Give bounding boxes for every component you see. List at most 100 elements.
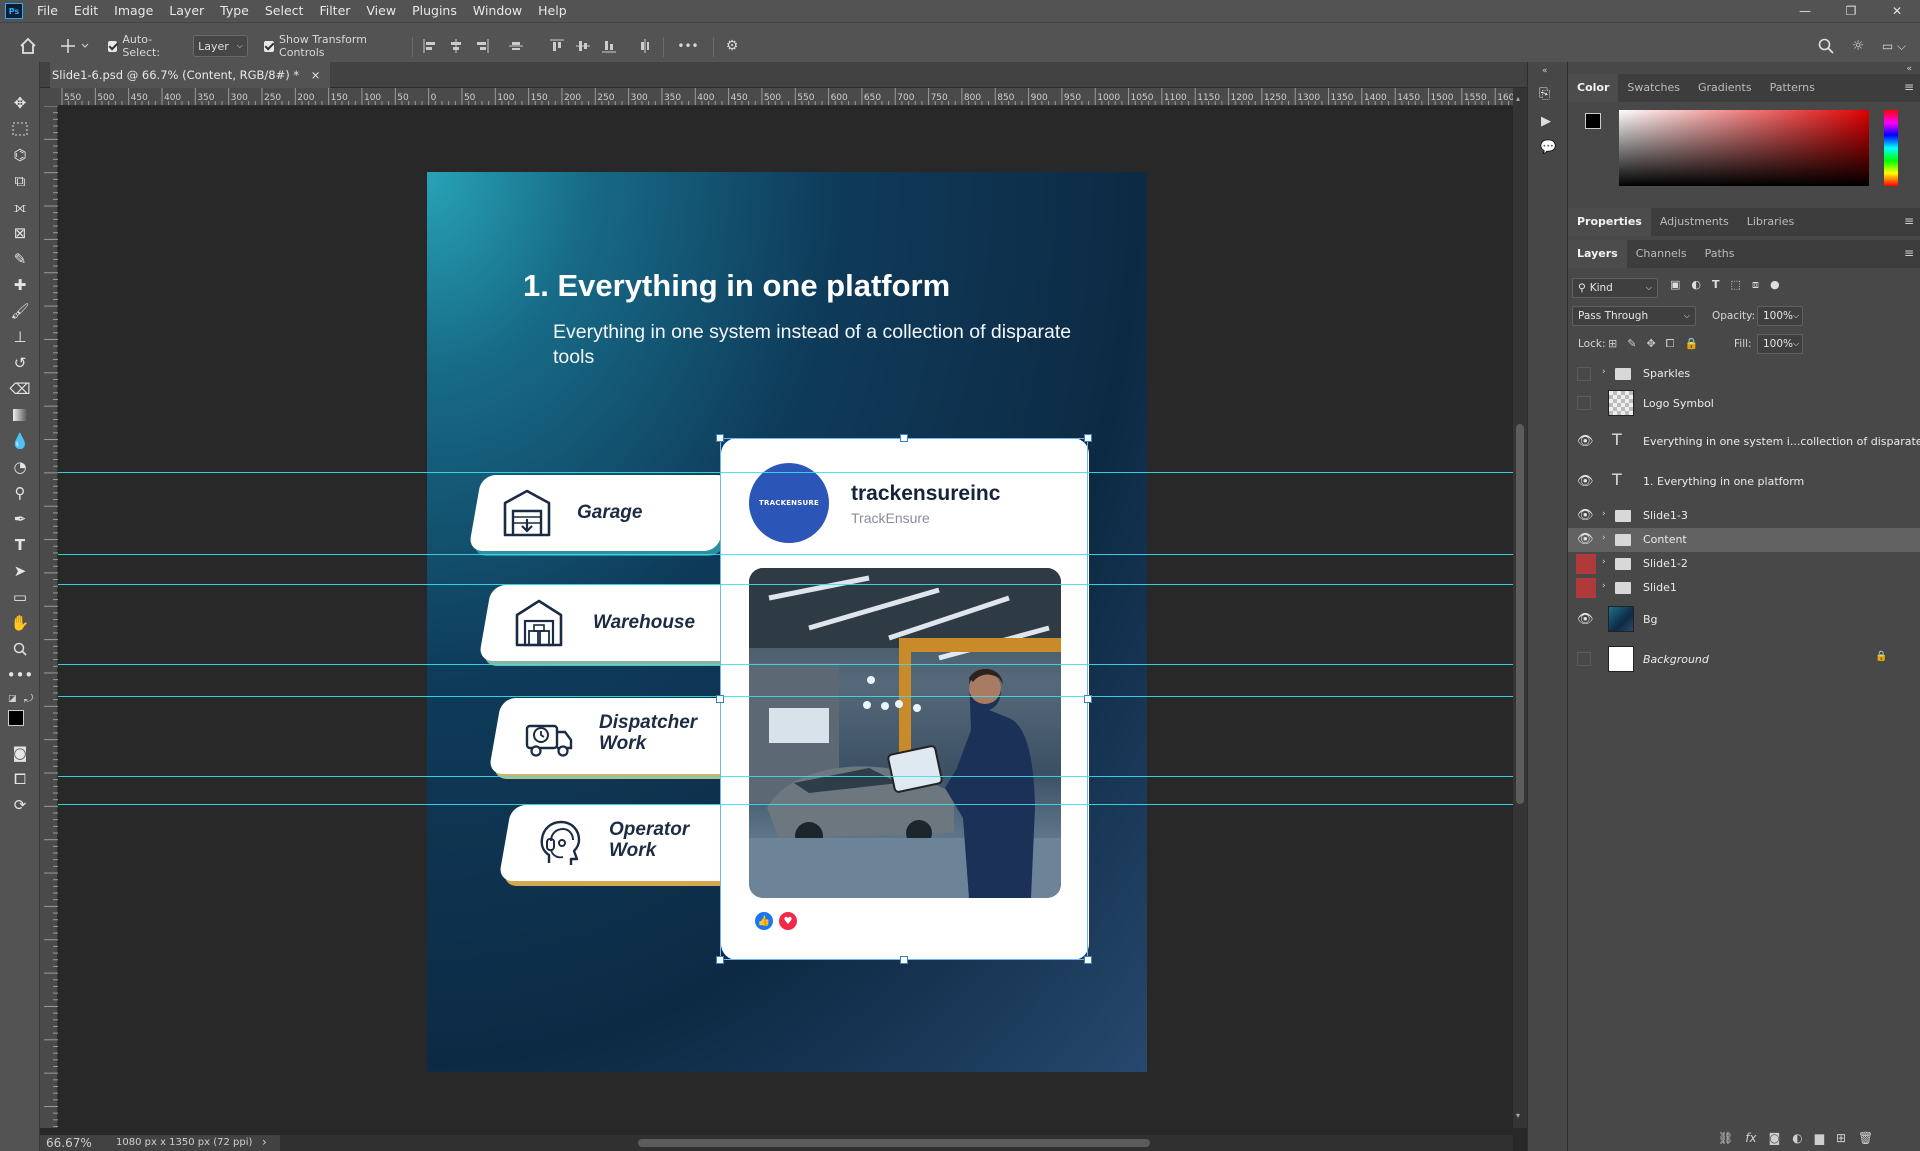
chevron-right-icon[interactable]: ›: [1602, 557, 1606, 567]
eye-icon[interactable]: 👁: [1577, 474, 1594, 490]
align-left-icon[interactable]: [421, 35, 439, 57]
horizontal-scrollbar[interactable]: [280, 1135, 1513, 1151]
lock-pixels-icon[interactable]: ✎: [1627, 337, 1636, 351]
tab-patterns[interactable]: Patterns: [1761, 74, 1824, 102]
menu-edit[interactable]: Edit: [66, 0, 106, 22]
red-label-visibility-off[interactable]: [1576, 578, 1596, 598]
tab-gradients[interactable]: Gradients: [1689, 74, 1761, 102]
transform-handle[interactable]: [1084, 695, 1092, 703]
restore-button[interactable]: ❐: [1828, 0, 1874, 22]
filter-toggle-icon[interactable]: ●: [1770, 278, 1780, 292]
layer-row-title-text[interactable]: 👁 T 1. Everything in one platform: [1568, 464, 1920, 498]
status-menu-arrow-icon[interactable]: ›: [262, 1135, 267, 1149]
layer-row-slide1-3[interactable]: 👁 › Slide1-3: [1568, 504, 1920, 528]
tab-color[interactable]: Color: [1568, 74, 1619, 102]
lock-transparent-icon[interactable]: ⊞: [1608, 337, 1617, 351]
auto-select-checkbox[interactable]: Auto-Select:: [108, 33, 180, 59]
eye-icon[interactable]: 👁: [1577, 612, 1594, 628]
horizontal-ruler[interactable]: 550 500 450 400 350 300 250 200 150 100 50 0 50 100 15…: [58, 88, 1513, 106]
hand-tool-icon[interactable]: ✋: [9, 612, 31, 634]
lock-artboard-icon[interactable]: ⧠: [1666, 337, 1675, 351]
menu-file[interactable]: File: [29, 0, 66, 22]
healing-brush-tool-icon[interactable]: ✚: [9, 274, 31, 296]
screen-mode-icon[interactable]: ⧠: [9, 768, 31, 790]
filter-smart-object-icon[interactable]: ⧈: [1752, 278, 1759, 292]
menu-window[interactable]: Window: [465, 0, 530, 22]
visibility-toggle-off[interactable]: [1577, 367, 1591, 381]
layer-row-bg[interactable]: 👁 Bg: [1568, 602, 1920, 636]
move-tool-preset-icon[interactable]: [58, 35, 92, 57]
visibility-toggle-off[interactable]: [1577, 396, 1591, 410]
edit-toolbar-icon[interactable]: •••: [7, 664, 34, 686]
transform-handle[interactable]: [900, 434, 908, 442]
transform-handle[interactable]: [1084, 434, 1092, 442]
card-garage[interactable]: Garage: [468, 475, 732, 551]
actions-play-icon[interactable]: ▶: [1541, 114, 1551, 129]
tab-libraries[interactable]: Libraries: [1738, 208, 1804, 236]
rectangle-tool-icon[interactable]: ▭: [9, 586, 31, 608]
fill-field[interactable]: 100% ⌵: [1757, 334, 1803, 354]
workspace-switcher-icon[interactable]: ▭ ⌵: [1877, 35, 1911, 57]
align-middle-icon[interactable]: [574, 35, 592, 57]
layer-row-subtitle-text[interactable]: 👁 T Everything in one system i...collect…: [1568, 424, 1920, 458]
link-layers-icon[interactable]: ⛓: [1718, 1131, 1733, 1145]
tab-layers[interactable]: Layers: [1568, 240, 1627, 268]
vertical-scroll-thumb[interactable]: [1516, 424, 1524, 804]
new-adjustment-layer-icon[interactable]: ◐: [1792, 1131, 1802, 1145]
panel-menu-icon[interactable]: ≡: [1904, 246, 1914, 260]
eraser-tool-icon[interactable]: ⌫: [9, 378, 31, 400]
layer-row-content-selected[interactable]: 👁 › Content: [1568, 528, 1920, 552]
brush-tool-icon[interactable]: 🖌: [9, 300, 31, 322]
settings-gear-icon[interactable]: ⚙: [722, 35, 742, 57]
clone-stamp-tool-icon[interactable]: ⊥: [9, 326, 31, 348]
red-label-visibility-off[interactable]: [1576, 554, 1596, 574]
tab-properties[interactable]: Properties: [1568, 208, 1651, 236]
distribute-horizontal-icon[interactable]: [507, 35, 525, 57]
transform-handle[interactable]: [716, 695, 724, 703]
home-icon[interactable]: [16, 35, 40, 57]
collapse-arrows-icon[interactable]: «: [1542, 66, 1548, 76]
new-group-icon[interactable]: ▆: [1815, 1131, 1824, 1145]
filter-shape-icon[interactable]: ⬚: [1731, 278, 1741, 292]
tab-paths[interactable]: Paths: [1696, 240, 1744, 268]
history-panel-icon[interactable]: ⎘: [1539, 86, 1550, 102]
history-brush-tool-icon[interactable]: ↺: [9, 352, 31, 374]
delete-layer-icon[interactable]: 🗑: [1858, 1131, 1873, 1145]
transform-handle[interactable]: [1084, 956, 1092, 964]
vertical-ruler[interactable]: [40, 105, 58, 1128]
panel-menu-icon[interactable]: ≡: [1904, 80, 1914, 94]
blend-mode-dropdown[interactable]: Pass Through ⌵: [1572, 306, 1696, 326]
color-picker-field[interactable]: [1619, 110, 1869, 186]
vertical-scrollbar[interactable]: ▴ ▾: [1513, 88, 1527, 1128]
close-window-button[interactable]: ✕: [1874, 0, 1920, 22]
zoom-tool-icon[interactable]: [9, 638, 31, 660]
add-layer-style-icon[interactable]: fx: [1745, 1131, 1756, 1145]
menu-plugins[interactable]: Plugins: [404, 0, 465, 22]
eye-icon[interactable]: 👁: [1577, 508, 1594, 524]
move-tool-icon[interactable]: ✥: [9, 92, 31, 114]
hue-slider[interactable]: [1884, 110, 1898, 186]
zoom-level[interactable]: 66.67%: [46, 1136, 92, 1150]
menu-type[interactable]: Type: [212, 0, 257, 22]
transform-handle[interactable]: [900, 956, 908, 964]
comments-icon[interactable]: 💬: [1540, 140, 1556, 155]
align-center-icon[interactable]: [447, 35, 465, 57]
opacity-field[interactable]: 100% ⌵: [1757, 306, 1803, 326]
align-bottom-icon[interactable]: [600, 35, 618, 57]
document-tab[interactable]: Slide1-6.psd @ 66.7% (Content, RGB/8#) *…: [50, 62, 331, 88]
panel-menu-icon[interactable]: ≡: [1904, 214, 1914, 228]
layer-row-logo-symbol[interactable]: Logo Symbol: [1568, 386, 1920, 420]
card-warehouse[interactable]: Warehouse: [478, 585, 750, 661]
transform-handle[interactable]: [716, 434, 724, 442]
discover-lightbulb-icon[interactable]: ☼: [1847, 35, 1869, 57]
more-options-button[interactable]: •••: [675, 35, 701, 57]
menu-layer[interactable]: Layer: [161, 0, 212, 22]
minimize-button[interactable]: —: [1782, 0, 1828, 22]
menu-image[interactable]: Image: [106, 0, 161, 22]
foreground-color-swatch[interactable]: [8, 710, 24, 726]
horizontal-scroll-thumb[interactable]: [638, 1139, 1150, 1147]
eye-icon[interactable]: 👁: [1577, 532, 1594, 548]
eyedropper-tool-icon[interactable]: ✎: [9, 248, 31, 270]
document-info[interactable]: 1080 px x 1350 px (72 ppi): [116, 1137, 252, 1148]
frame-select-tool-icon[interactable]: ⧉: [9, 170, 31, 192]
